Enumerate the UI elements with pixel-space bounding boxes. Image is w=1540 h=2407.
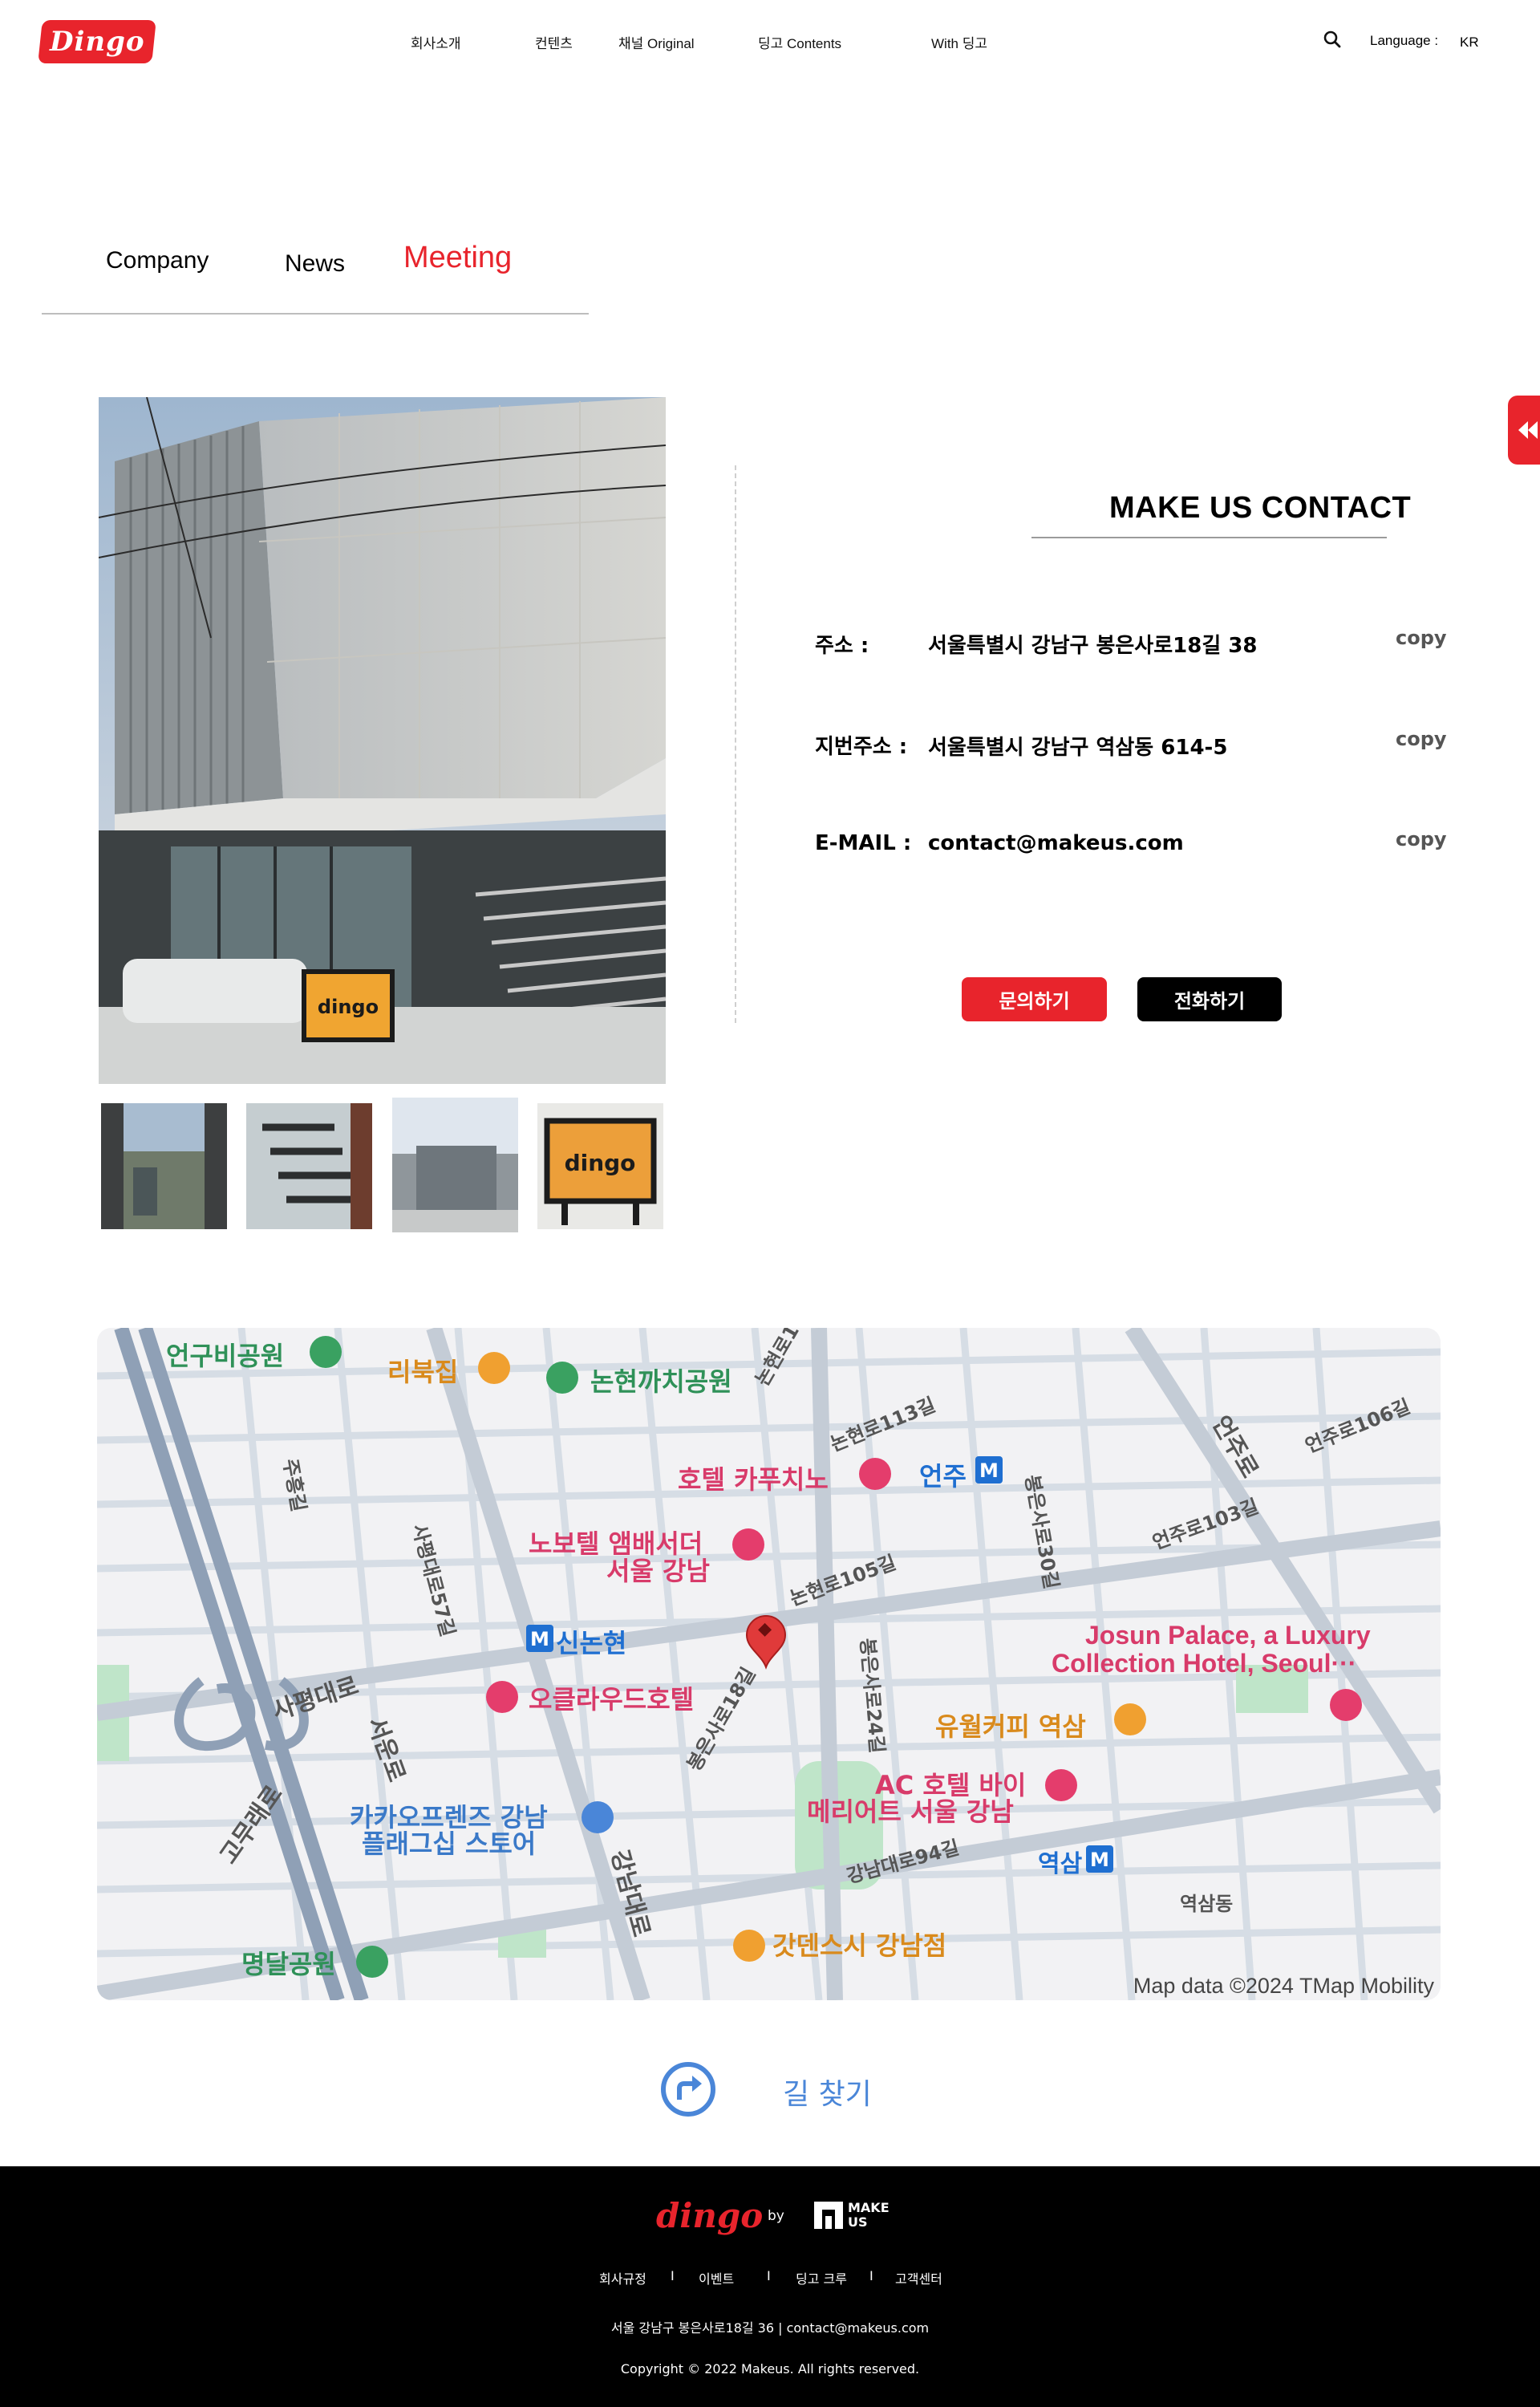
footer-separator: I xyxy=(671,2268,675,2283)
map-credit: Map data ©2024 TMap Mobility xyxy=(1133,1974,1434,1998)
search-icon[interactable] xyxy=(1323,30,1342,49)
map-label: 호텔 카푸치노 xyxy=(678,1464,829,1495)
footer-address: 서울 강남구 봉은사로18길 36 | contact@makeus.com xyxy=(610,2320,930,2336)
footer-links: 회사규정 I 이벤트 I 딩고 크루 I 고객센터 xyxy=(0,2268,1540,2287)
svg-text:M: M xyxy=(530,1628,549,1650)
nav-company[interactable]: 회사소개 xyxy=(411,32,461,52)
main-nav: 회사소개 컨텐츠 채널 Original 딩고 Contents With 딩고 xyxy=(0,32,1540,51)
directions-link[interactable]: 길 찾기 xyxy=(783,2071,872,2113)
about-subtabs: Company News Meeting xyxy=(42,241,589,315)
side-panel-toggle[interactable] xyxy=(1508,396,1540,465)
nav-contents[interactable]: 컨텐츠 xyxy=(535,32,573,52)
footer-dingo-logo: dingo xyxy=(656,2196,764,2235)
gallery-thumb-1[interactable] xyxy=(101,1103,227,1229)
directions-icon[interactable] xyxy=(660,2061,716,2117)
svg-text:M: M xyxy=(979,1459,999,1482)
map-label: 유월커피 역삼 xyxy=(935,1711,1086,1742)
location-map[interactable]: M M M 언구비공원 리북집 논현까치공원 논현로119길 논현로113길 호… xyxy=(97,1328,1441,2000)
map-label: 명달공원 xyxy=(241,1949,336,1979)
makeus-line1: MAKE xyxy=(848,2200,890,2215)
map-label: 메리어트 서울 강남 xyxy=(807,1796,1014,1827)
footer-link-crew[interactable]: 딩고 크루 xyxy=(796,2268,847,2287)
map-label: 역삼 xyxy=(1038,1850,1083,1878)
site-footer: dingo by MAKE US 회사규정 I 이벤트 I 딩고 크루 I 고객… xyxy=(0,2166,1540,2407)
building-photo: dingo xyxy=(99,397,666,1084)
lot-address-value: 서울특별시 강남구 역삼동 614-5 xyxy=(928,736,1228,760)
map-label: 논현까치공원 xyxy=(590,1366,732,1397)
map-label: 서울 강남 xyxy=(606,1556,710,1586)
map-label: 언주 xyxy=(919,1461,967,1492)
map-label: 신논현 xyxy=(556,1628,627,1658)
footer-link-support[interactable]: 고객센터 xyxy=(895,2268,942,2287)
inquiry-button[interactable]: 문의하기 xyxy=(962,977,1107,1021)
section-divider xyxy=(735,465,736,1023)
lot-address-label: 지번주소 : xyxy=(815,735,908,759)
gallery-thumb-2[interactable] xyxy=(246,1103,372,1229)
nav-with-dingo[interactable]: With 딩고 xyxy=(931,32,987,52)
address-value: 서울특별시 강남구 봉은사로18길 38 xyxy=(928,634,1258,658)
gallery-thumb-3[interactable] xyxy=(392,1098,518,1232)
address-label: 주소 : xyxy=(815,634,869,658)
footer-copyright: Copyright © 2022 Makeus. All rights rese… xyxy=(620,2361,920,2377)
makeus-line2: US xyxy=(848,2214,868,2230)
map-label: Josun Palace, a Luxury xyxy=(1085,1621,1371,1650)
double-chevron-left-icon xyxy=(1518,421,1538,439)
gallery-thumb-4[interactable]: dingo xyxy=(537,1103,663,1229)
copy-address-button[interactable]: copy xyxy=(1396,627,1447,649)
footer-separator: I xyxy=(869,2268,873,2283)
contact-title-underline xyxy=(1031,537,1387,538)
map-label: 역삼동 xyxy=(1180,1893,1234,1915)
contact-title: MAKE US CONTACT xyxy=(1109,491,1412,525)
tab-meeting[interactable]: Meeting xyxy=(403,241,512,275)
tab-news[interactable]: News xyxy=(285,250,345,278)
map-label: 오클라우드호텔 xyxy=(529,1684,695,1715)
footer-separator: I xyxy=(767,2268,771,2283)
call-button[interactable]: 전화하기 xyxy=(1137,977,1282,1021)
copy-email-button[interactable]: copy xyxy=(1396,828,1447,850)
language-selector[interactable]: KR xyxy=(1460,35,1479,51)
tab-company[interactable]: Company xyxy=(106,247,209,274)
thumb-sign-text: dingo xyxy=(565,1150,636,1176)
footer-link-event[interactable]: 이벤트 xyxy=(699,2268,734,2287)
nav-channel-original[interactable]: 채널 Original xyxy=(618,32,695,52)
footer-link-policy[interactable]: 회사규정 xyxy=(599,2268,646,2287)
svg-text:dingo: dingo xyxy=(318,996,379,1018)
site-header: Dingo 회사소개 컨텐츠 채널 Original 딩고 Contents W… xyxy=(0,0,1540,83)
map-label: 리북집 xyxy=(387,1357,459,1387)
map-label: 플래그십 스토어 xyxy=(362,1829,537,1859)
svg-text:M: M xyxy=(1090,1849,1109,1871)
map-label: 갓덴스시 강남점 xyxy=(772,1930,947,1961)
copy-lot-address-button[interactable]: copy xyxy=(1396,728,1447,750)
nav-dingo-contents[interactable]: 딩고 Contents xyxy=(758,32,841,52)
footer-by-text: by xyxy=(768,2208,784,2224)
email-value: contact@makeus.com xyxy=(928,831,1184,855)
map-label: Collection Hotel, Seoul··· xyxy=(1052,1649,1357,1678)
email-label: E-MAIL : xyxy=(815,831,912,855)
language-label: Language : xyxy=(1370,33,1439,48)
map-label: 언구비공원 xyxy=(166,1341,285,1371)
